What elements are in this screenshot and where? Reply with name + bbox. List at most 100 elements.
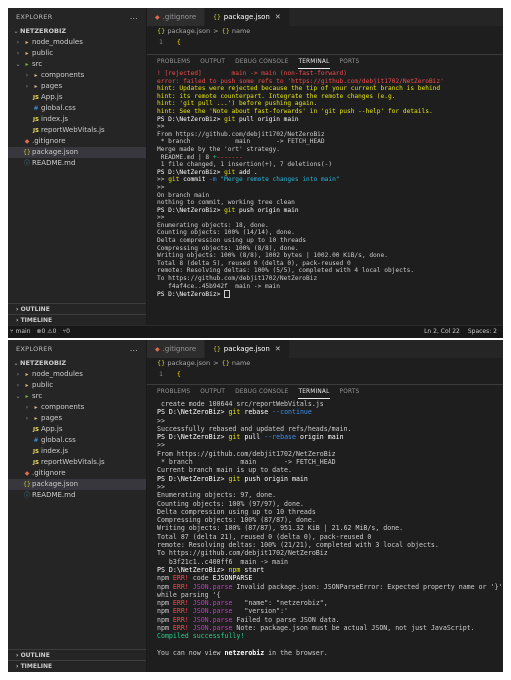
tree-item-components[interactable]: › ▸ components [8,402,146,413]
tree-item-app-js[interactable]: JS App.js [8,424,146,435]
tree-item-label: pages [41,414,63,422]
tree-item-package-json[interactable]: {}package.json [8,479,146,490]
tree-item--gitignore[interactable]: ◆ .gitignore [8,468,146,479]
more-actions-icon[interactable]: … [130,8,138,26]
tree-item-label: public [32,381,54,389]
tree-item-public[interactable]: › ▸ public [8,380,146,391]
breadcrumb-file[interactable]: package.json [167,27,210,35]
folder-icon: ▸ [34,404,38,411]
terminal-text: Total 8 (delta 5), reused 0 (delta 0), p… [157,259,351,267]
timeline-section[interactable]: › TIMELINE [8,660,146,672]
terminal-text: start [240,565,265,574]
terminal-text: while parsing '{ [157,590,221,599]
tree-item-components[interactable]: › ▸ components [8,70,146,81]
tree-item-global-css[interactable]: # global.css [8,103,146,114]
project-root[interactable]: ⌄NETZEROBIZ [8,26,146,37]
editor-line: 1{ [147,37,503,48]
terminal-line: * branch main -> FETCH_HEAD [157,138,503,146]
tree-item-index-js[interactable]: JS index.js [8,114,146,125]
terminal-text: npm [157,574,173,583]
json-file-icon: {} [157,27,168,35]
tree-item-label: .gitignore [32,469,66,477]
tab-gitignore[interactable]: ◆ .gitignore [147,8,206,26]
tree-item-pages[interactable]: › ▸ pages [8,413,146,424]
terminal-text: ERR! [172,599,189,608]
terminal-line: PS D:\NetZeroBiz> git pull origin main [157,116,503,124]
tree-item-node-modules[interactable]: › ▸ node_modules [8,37,146,48]
panel-tab-output[interactable]: OUTPUT [200,55,225,69]
tree-item-label: src [32,60,43,68]
terminal-text: Writing objects: 100% (87/87), 951.32 Ki… [157,524,404,533]
tree-item-node-modules[interactable]: › ▸ node_modules [8,369,146,380]
tree-item-pages[interactable]: › ▸ pages [8,81,146,92]
terminal-line: error: failed to push some refs to 'http… [157,78,503,86]
terminal-text: Enumerating objects: 97, done. [157,491,277,500]
panel-tab-ports[interactable]: PORTS [340,55,360,69]
json-file-icon: {} [213,346,221,353]
panel-tab-problems[interactable]: PROBLEMS [157,385,190,399]
tree-item-label: README.md [32,159,76,167]
terminal-text: git [228,408,241,417]
indentation[interactable]: Spaces: 2 [468,328,497,335]
status-branch[interactable]: main [16,328,31,335]
close-icon[interactable]: ✕ [275,345,281,353]
panel-tab-terminal[interactable]: TERMINAL [298,55,330,69]
panel-tab-terminal[interactable]: TERMINAL [298,385,330,399]
code-text[interactable]: { [177,370,181,378]
more-actions-icon[interactable]: … [130,340,138,358]
terminal-text: EJSONPARSE [212,574,253,583]
tree-item-readme-md[interactable]: ⓘ README.md [8,158,146,169]
chevron-right-icon: › [25,404,29,411]
close-icon[interactable]: ✕ [275,13,281,21]
tree-item-label: public [32,49,54,57]
terminal-output[interactable]: create mode 100644 src/reportWebVitals.j… [147,399,503,657]
terminal-text: Counting objects: 100% (97/97), done. [157,499,304,508]
tree-item-label: node_modules [32,370,83,378]
code-text[interactable]: { [177,38,181,46]
terminal-text: PS D:\NetZeroBiz> [157,408,229,417]
tab-package-json[interactable]: {} package.json ✕ [205,340,290,358]
terminal-output[interactable]: ! [rejected] main -> main (non-fast-forw… [147,69,503,299]
terminal-text: Invalid package.json: JSONParseError: Ex… [232,582,503,591]
editor-line: 1{ [147,369,503,380]
terminal-text: in the browser. [264,648,328,657]
breadcrumb-symbol[interactable]: name [232,27,250,35]
terminal-text: remote: Resolving deltas: 100% (5/5), co… [157,267,415,275]
ports-indicator[interactable]: ⑂0 [62,328,69,335]
terminal-text: nothing to commit, working tree clean [157,199,295,207]
tree-item-src[interactable]: ⌄ ▸ src [8,391,146,402]
project-root[interactable]: ⌄NETZEROBIZ [8,358,146,369]
tab-gitignore[interactable]: ◆ .gitignore [147,340,206,358]
breadcrumb-file[interactable]: package.json [167,359,210,367]
terminal-text: Enumerating objects: 18, done. [157,221,269,229]
cursor-position[interactable]: Ln 2, Col 22 [424,328,460,335]
panel-tab-problems[interactable]: PROBLEMS [157,55,190,69]
tree-item-src[interactable]: ⌄ ▸ src [8,59,146,70]
breadcrumb-symbol[interactable]: name [232,359,250,367]
tree-item-readme-md[interactable]: ⓘ README.md [8,490,146,501]
tree-item-package-json[interactable]: {}package.json [8,147,146,158]
breadcrumb: {} package.json >{} name [147,358,503,369]
panel-tab-debug-console[interactable]: DEBUG CONSOLE [235,385,288,399]
panel-tab-output[interactable]: OUTPUT [200,385,225,399]
tree-item-index-js[interactable]: JS index.js [8,446,146,457]
tree-item--gitignore[interactable]: ◆ .gitignore [8,136,146,147]
terminal-text: PS D:\NetZeroBiz> [157,206,225,214]
tree-item-public[interactable]: › ▸ public [8,48,146,59]
panel-tabs: PROBLEMS OUTPUT DEBUG CONSOLE TERMINAL PORTS [147,55,503,69]
terminal-line: To https://github.com/debjit1702/NetZero… [157,549,503,557]
tree-item-label: src [32,392,43,400]
explorer-sidebar: EXPLORER… ⌄NETZEROBIZ › ▸ node_modules › ▸ publ… [8,8,147,338]
panel-tab-debug-console[interactable]: DEBUG CONSOLE [235,55,288,69]
terminal-line: >> [157,483,503,491]
tree-item-global-css[interactable]: # global.css [8,435,146,446]
tree-item-app-js[interactable]: JS App.js [8,92,146,103]
tree-item-label: index.js [41,447,68,455]
terminal-line: npm ERR! JSON.parse "version":' [157,607,503,615]
terminal-line: create mode 100644 src/reportWebVitals.j… [157,400,503,408]
tree-item-reportwebvitals-js[interactable]: JS reportWebVitals.js [8,457,146,468]
problems-indicator[interactable]: ⊗0 ⚠0 [37,328,57,335]
tree-item-reportwebvitals-js[interactable]: JS reportWebVitals.js [8,125,146,136]
panel-tab-ports[interactable]: PORTS [340,385,360,399]
tab-package-json[interactable]: {} package.json ✕ [205,8,290,26]
